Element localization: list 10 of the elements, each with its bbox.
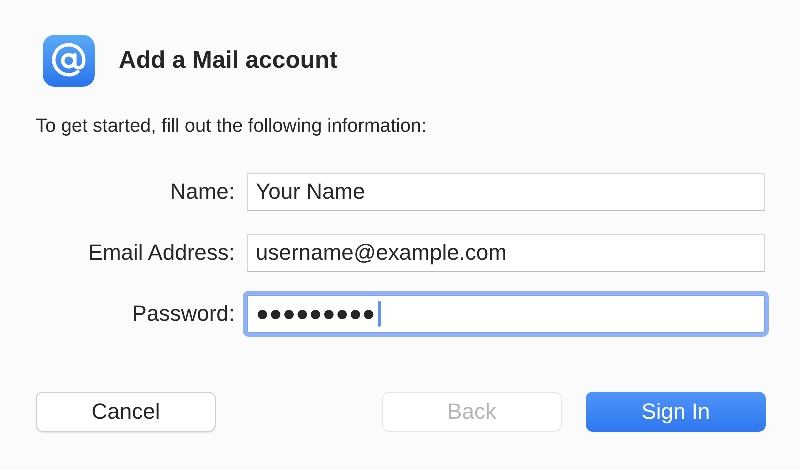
field-label: Password:	[131, 301, 235, 327]
sign-in-button[interactable]: Sign In	[586, 392, 766, 432]
at-sign-icon	[42, 34, 96, 88]
field-label: Name:	[169, 179, 235, 205]
cancel-button[interactable]: Cancel	[36, 392, 216, 432]
instructions-text: To get started, fill out the following information:	[36, 116, 428, 138]
dialog-title: Add a Mail account	[119, 47, 338, 75]
field-label: Email Address:	[87, 240, 235, 266]
input-field[interactable]: username@example.com	[247, 234, 765, 272]
input-field[interactable]: Your Name	[247, 173, 765, 211]
